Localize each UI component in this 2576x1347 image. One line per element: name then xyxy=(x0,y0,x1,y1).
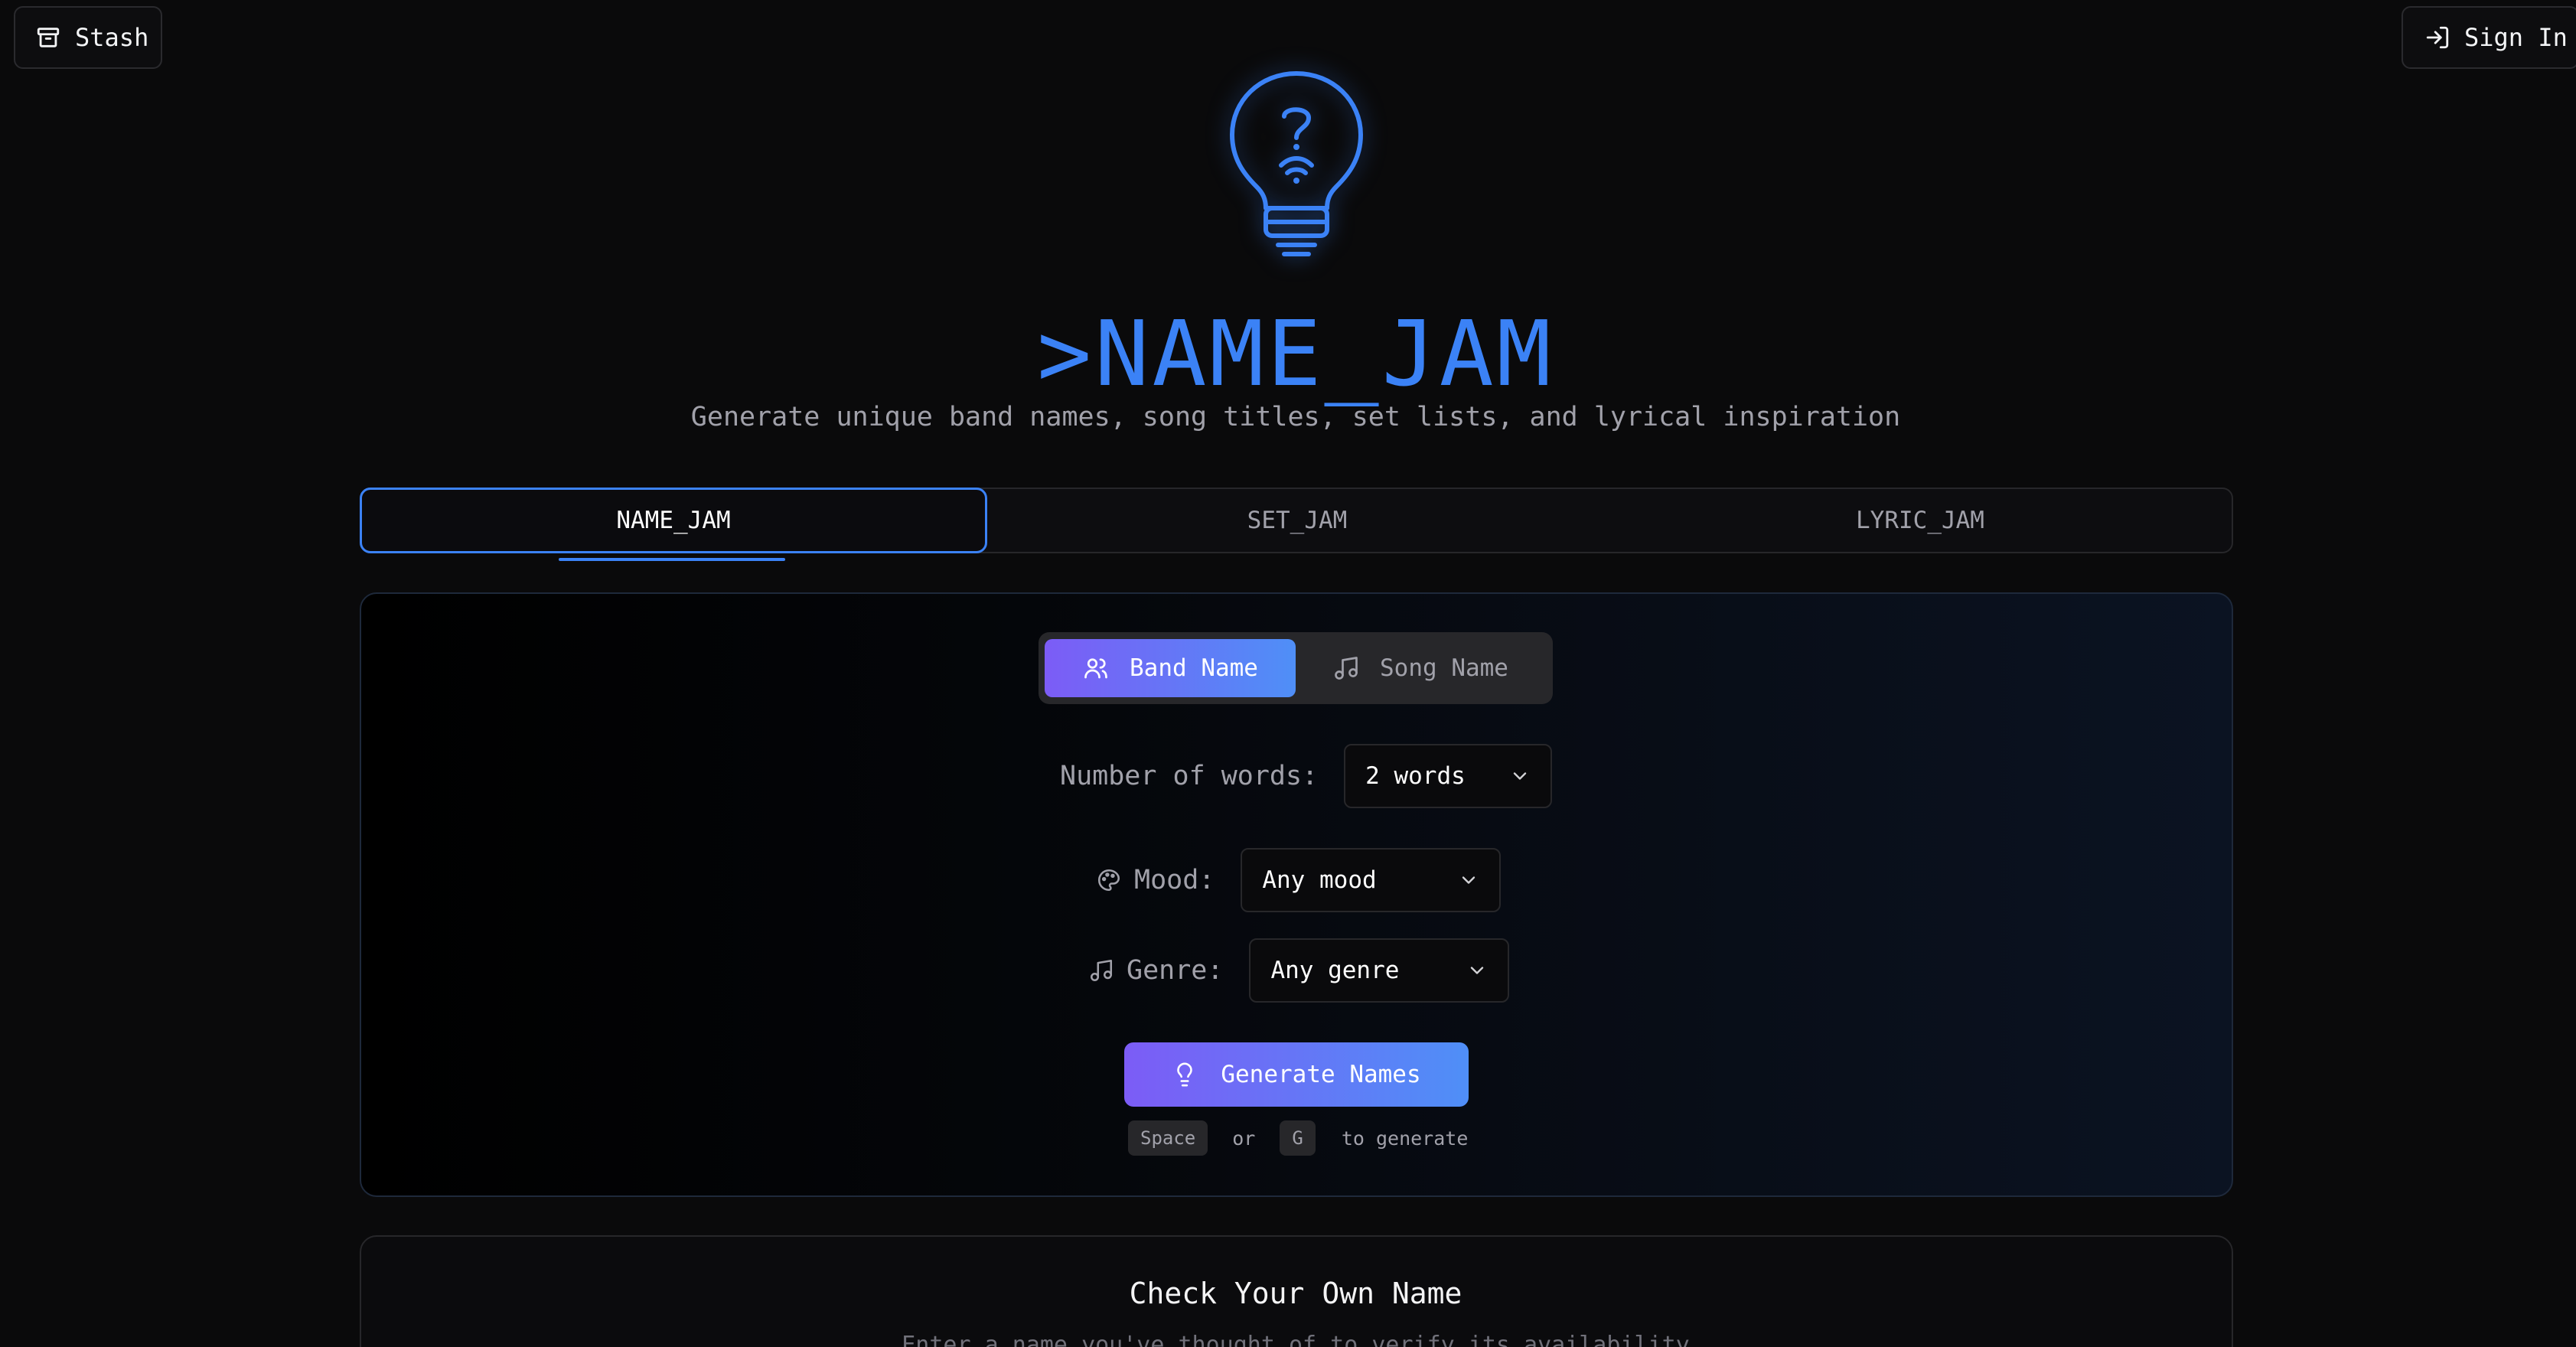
tab-set-jam[interactable]: SET_JAM xyxy=(986,489,1609,552)
sign-in-button[interactable]: Sign In xyxy=(2402,6,2576,69)
hint-or: or xyxy=(1232,1127,1256,1150)
page: Stash Sign In >NAME_JAM Generate unique … xyxy=(0,0,2576,1347)
genre-label: Genre: xyxy=(1127,955,1224,986)
keyboard-hint: Space or G to generate xyxy=(1128,1120,1468,1156)
mood-select[interactable]: Any mood xyxy=(1241,848,1502,912)
band-name-toggle[interactable]: Band Name xyxy=(1045,639,1296,697)
chevron-down-icon xyxy=(1471,967,1484,974)
check-name-subtitle: Enter a name you've thought of to verify… xyxy=(902,1332,1690,1347)
tab-lyric-jam[interactable]: LYRIC_JAM xyxy=(1609,489,2232,552)
palette-icon xyxy=(1097,869,1120,892)
band-name-label: Band Name xyxy=(1130,654,1258,682)
chevron-down-icon xyxy=(1513,772,1527,780)
hint-suffix: to generate xyxy=(1341,1127,1469,1150)
music-note-icon xyxy=(1335,657,1358,680)
song-name-label: Song Name xyxy=(1380,654,1508,682)
words-label: Number of words: xyxy=(1060,761,1319,791)
words-value: 2 words xyxy=(1365,762,1466,790)
stash-button[interactable]: Stash xyxy=(14,6,162,69)
music-note-icon xyxy=(1090,959,1113,982)
genre-row: Genre: Any genre xyxy=(1088,938,1510,1003)
active-tab-indicator xyxy=(559,558,785,561)
name-type-toggle: Band Name Song Name xyxy=(1039,632,1553,704)
space-key: Space xyxy=(1128,1120,1208,1156)
lightbulb-icon xyxy=(1177,1062,1193,1087)
stash-label: Stash xyxy=(75,23,149,52)
chevron-down-icon xyxy=(1462,876,1475,884)
genre-value: Any genre xyxy=(1270,957,1400,984)
users-icon xyxy=(1084,658,1107,679)
words-row: Number of words: 2 words xyxy=(1060,744,1553,808)
mood-row: Mood: Any mood xyxy=(1096,848,1502,912)
mood-value: Any mood xyxy=(1262,866,1377,894)
g-key: G xyxy=(1280,1120,1316,1156)
main-tabs: NAME_JAM SET_JAM LYRIC_JAM xyxy=(360,488,2233,553)
app-subtitle: Generate unique band names, song titles,… xyxy=(690,402,1901,432)
tab-name-jam[interactable]: NAME_JAM xyxy=(360,488,987,553)
archive-icon xyxy=(37,28,60,47)
check-name-title: Check Your Own Name xyxy=(1129,1277,1462,1310)
song-name-toggle[interactable]: Song Name xyxy=(1302,639,1539,697)
genre-select[interactable]: Any genre xyxy=(1249,938,1510,1003)
generate-names-label: Generate Names xyxy=(1221,1061,1421,1088)
generate-names-button[interactable]: Generate Names xyxy=(1124,1042,1469,1107)
sign-in-label: Sign In xyxy=(2464,23,2568,52)
log-in-icon xyxy=(2426,26,2449,49)
app-title: >NAME_JAM xyxy=(1037,301,1554,406)
lightbulb-question-icon xyxy=(1230,71,1363,256)
words-select[interactable]: 2 words xyxy=(1344,744,1553,808)
mood-label: Mood: xyxy=(1134,865,1215,895)
